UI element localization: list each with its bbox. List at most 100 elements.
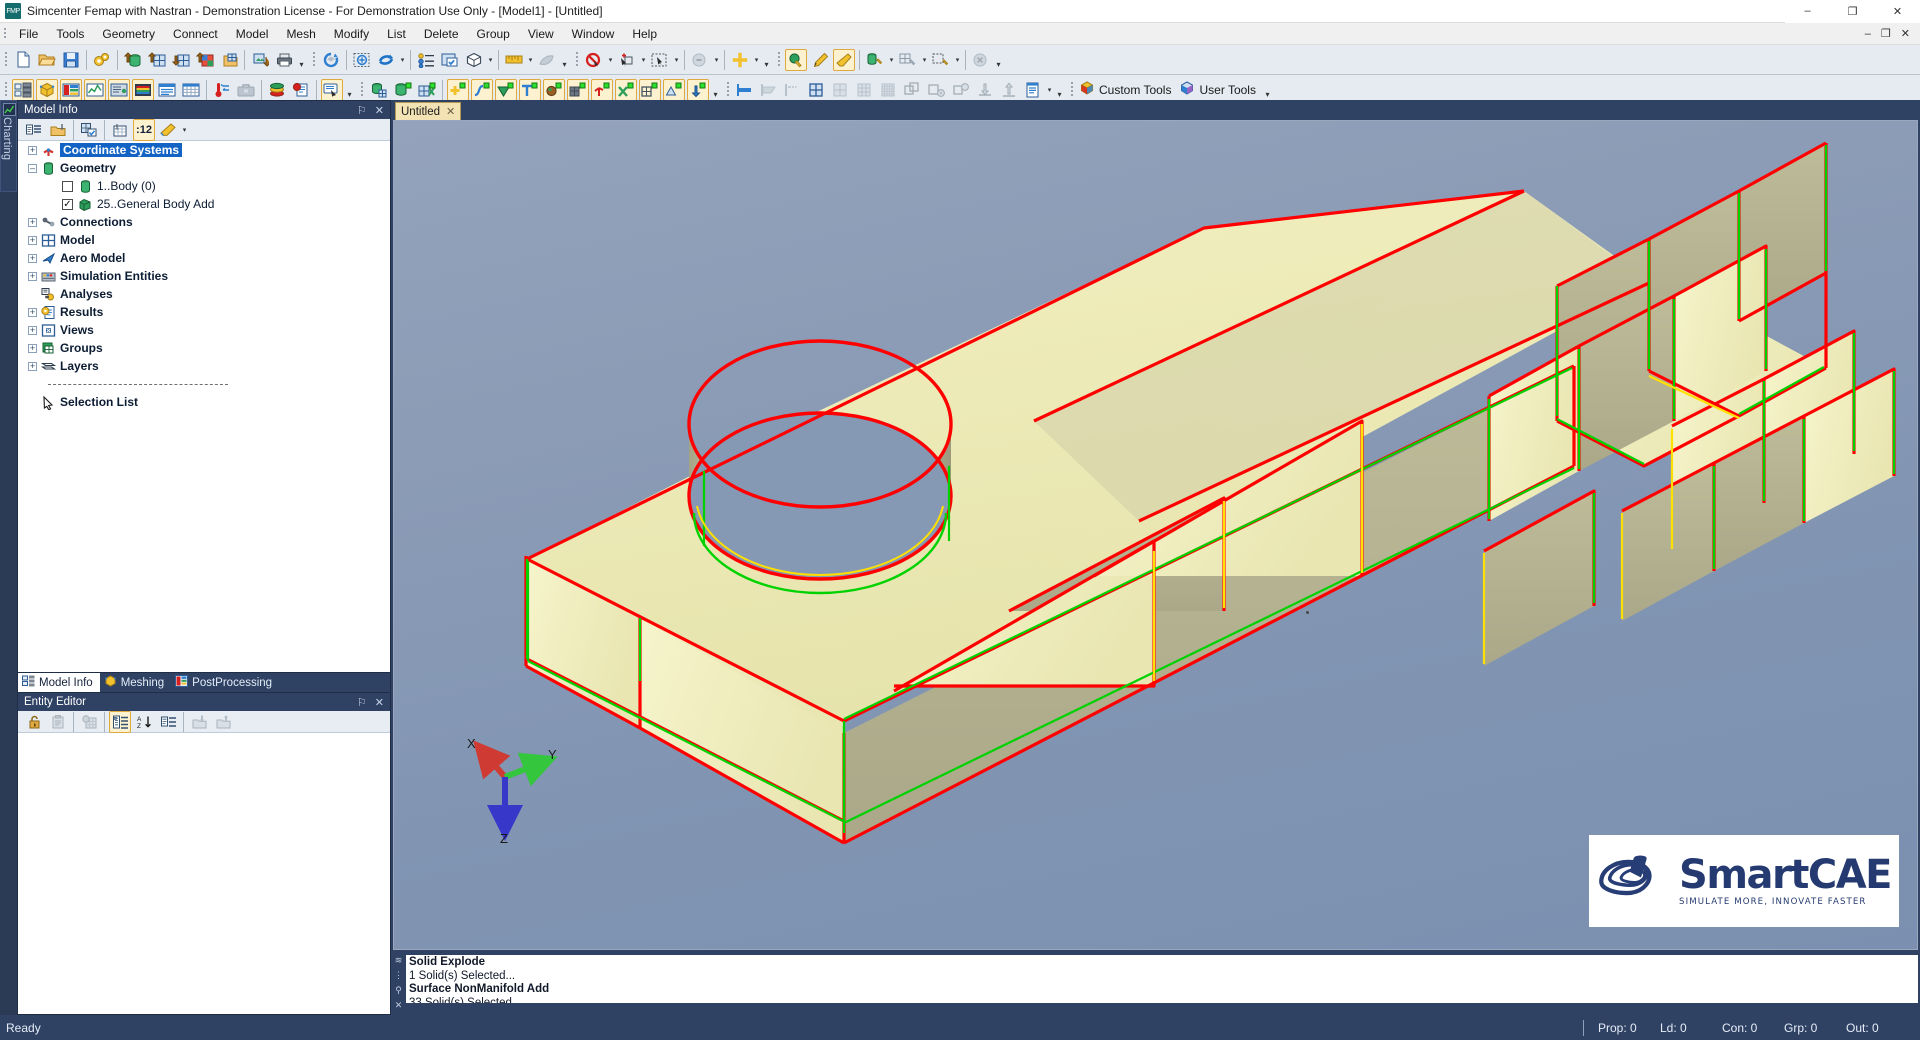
entity-list-pane-icon[interactable] [156,79,178,101]
tree-item-layers[interactable]: + Layers [18,357,390,375]
tree-item-aero-model[interactable]: + Aero Model [18,249,390,267]
tree-item-geometry[interactable]: – Geometry [18,159,390,177]
pin-icon[interactable]: ⚲ [395,985,402,996]
paste-icon[interactable] [47,711,69,733]
shading-icon[interactable] [536,49,558,71]
menu-item-list[interactable]: List [378,24,415,44]
chevron-down-icon[interactable]: ▾ [953,49,962,71]
toolbar-overflow-color[interactable]: ▾ [993,49,1004,71]
tree-item-coordinate-systems[interactable]: + Coordinate Systems [18,141,390,159]
export-icon[interactable] [212,711,234,733]
data-table-pane-icon[interactable] [108,78,130,101]
deselect-icon[interactable] [583,49,605,71]
menu-item-model[interactable]: Model [227,24,278,44]
measure-ruler-icon[interactable] [503,49,525,71]
mesh-size-on-curve-icon[interactable] [734,79,756,101]
close-icon[interactable]: ✕ [395,1000,403,1011]
menu-item-mesh[interactable]: Mesh [277,24,324,44]
chevron-down-icon[interactable]: ▾ [1045,79,1054,101]
pencil-edit-icon[interactable] [809,49,831,71]
expand-icon[interactable]: + [28,235,37,245]
coordinate-system-new-icon[interactable] [591,78,613,101]
mesh-between-icon[interactable] [854,79,876,101]
tree-checkbox[interactable]: ✓ [62,198,73,210]
tree-item-selection-list[interactable]: Selection List [18,393,390,411]
report-icon[interactable] [290,79,312,101]
volume-new-icon[interactable] [543,78,565,101]
mdi-minimize-button[interactable]: – [1861,28,1875,40]
export-mesh-icon[interactable] [170,49,192,71]
close-button[interactable]: ✕ [1875,0,1920,23]
add-entity-icon[interactable] [729,49,751,71]
import-library-icon[interactable] [218,49,240,71]
toolbar-grip[interactable] [775,49,783,71]
mesh-control-icon[interactable] [950,79,972,101]
label-count-button[interactable]: :12 [133,118,155,141]
mdi-restore-button[interactable]: ❐ [1877,27,1895,40]
surface-new-icon[interactable] [495,78,517,101]
new-model-icon[interactable] [12,49,34,71]
pick-color-icon[interactable] [785,48,807,71]
mdi-close-button[interactable]: ✕ [1897,27,1914,40]
box-color-icon[interactable] [930,49,952,71]
menu-item-tools[interactable]: Tools [47,24,93,44]
toolbar-overflow-geometry[interactable]: ▾ [710,79,721,101]
toolbar-overflow-mesh[interactable]: ▾ [1054,79,1065,101]
list-table-icon[interactable] [109,119,131,141]
postprocessing-pane-icon[interactable] [60,78,82,101]
chevron-down-icon[interactable]: ▾ [887,49,896,71]
document-tab-untitled[interactable]: Untitled ✕ [395,102,462,120]
check-list-icon[interactable] [78,119,100,141]
tree-item-general-body-add[interactable]: ✓ 25..General Body Add [18,195,390,213]
sort-az-icon[interactable]: AZ [133,711,155,733]
menu-item-file[interactable]: File [10,24,47,44]
select-all-icon[interactable] [689,49,711,71]
toolbar-grip[interactable] [2,49,10,71]
entity-display-list-icon[interactable] [415,49,437,71]
charting-pane-icon[interactable] [84,78,106,101]
model-info-pane-icon[interactable] [12,78,34,101]
chevron-down-icon[interactable]: ▾ [526,49,535,71]
mesh-export-icon[interactable] [998,79,1020,101]
select-add-icon[interactable] [616,49,638,71]
thermal-tool-icon[interactable] [211,79,233,101]
zoom-window-icon[interactable] [351,49,373,71]
toolbar-overflow-view[interactable]: ▾ [559,49,570,71]
mesh-new-icon[interactable] [416,79,438,101]
tree-item-connections[interactable]: + Connections [18,213,390,231]
solid-color-icon[interactable] [864,49,886,71]
solid-new-icon[interactable] [392,79,414,101]
collapse-icon[interactable]: – [28,163,37,173]
node-new-icon[interactable] [615,78,637,101]
copy-mesh-icon[interactable] [902,79,924,101]
close-icon[interactable]: ✕ [446,105,455,118]
expand-icon[interactable]: + [28,145,37,155]
toolbar-overflow-custom[interactable]: ▾ [1262,79,1273,101]
open-file-icon[interactable] [36,49,58,71]
curve-new-icon[interactable] [471,78,493,101]
chevron-down-icon[interactable]: ▾ [606,49,615,71]
expand-icon[interactable]: + [28,217,37,227]
constraint-new-icon[interactable] [663,78,685,101]
import-mesh-icon[interactable] [146,49,168,71]
minimize-button[interactable]: – [1785,0,1830,23]
load-new-icon[interactable] [687,78,709,101]
model-geometry[interactable] [394,121,1918,950]
menu-item-connect[interactable]: Connect [164,24,227,44]
preferences-gears-icon[interactable] [91,49,113,71]
menu-item-delete[interactable]: Delete [415,24,468,44]
tree-checkbox[interactable] [62,180,73,192]
chevron-down-icon[interactable]: ▾ [712,49,721,71]
box-select-icon[interactable] [649,49,671,71]
expand-icon[interactable]: + [28,307,37,317]
chevron-down-icon[interactable]: ▾ [398,49,407,71]
grip-icon[interactable]: ⋮ [394,970,403,981]
menu-item-geometry[interactable]: Geometry [93,24,164,44]
toolbar-overflow-select[interactable]: ▾ [761,49,772,71]
meshing-pane-icon[interactable] [36,78,58,101]
dock-tab-model-info[interactable]: Model Info [18,673,100,692]
chevron-down-icon[interactable]: ▾ [920,49,929,71]
expand-icon[interactable]: + [28,271,37,281]
menu-item-modify[interactable]: Modify [325,24,378,44]
tree-item-groups[interactable]: + Groups [18,339,390,357]
